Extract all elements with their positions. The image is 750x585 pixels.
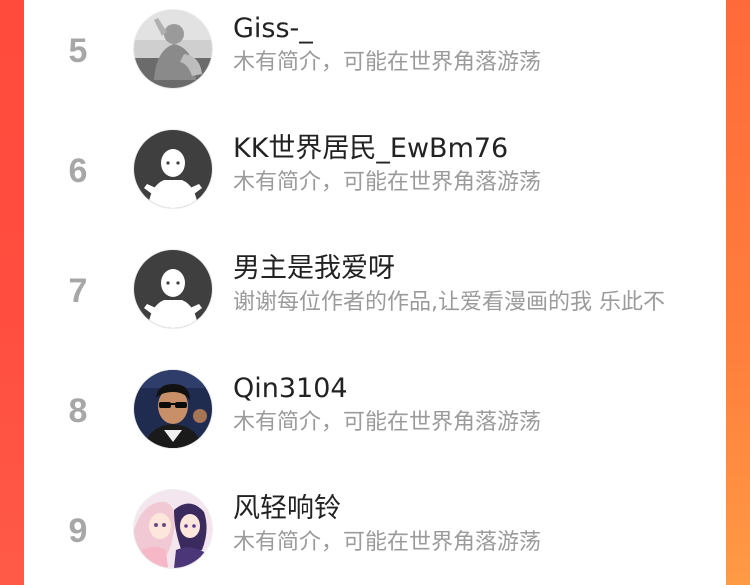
default-ghost-avatar-icon [134, 250, 212, 328]
default-ghost-avatar-icon [134, 130, 212, 208]
rank-number: 6 [68, 152, 88, 190]
user-name[interactable]: 风轻响铃 [233, 493, 693, 525]
photo-avatar-gray-figure-icon [134, 10, 212, 88]
right-gradient-edge [726, 0, 750, 585]
user-name[interactable]: Qin3104 [233, 373, 693, 405]
rank-number: 5 [68, 32, 88, 70]
list-item[interactable]: 8 Qin3104 木有简介，可能在世界角落游荡 [24, 350, 726, 470]
rank-number: 7 [68, 272, 88, 310]
avatar[interactable] [134, 370, 212, 448]
list-item[interactable]: 6 KK世界居民_EwBm76 木有简介，可能在世界角落游荡 [24, 110, 726, 230]
rank-number: 9 [68, 512, 88, 550]
avatar[interactable] [134, 250, 212, 328]
user-name[interactable]: KK世界居民_EwBm76 [233, 133, 693, 165]
user-bio: 木有简介，可能在世界角落游荡 [233, 410, 542, 435]
anime-avatar-icon [134, 490, 212, 568]
ranking-list: 5 Giss-_ 木有简介，可能在世界角落游荡 6 KK世界居民_EwBm76 … [24, 0, 726, 585]
user-bio: 木有简介，可能在世界角落游荡 [233, 170, 542, 195]
avatar[interactable] [134, 10, 212, 88]
user-bio: 谢谢每位作者的作品,让爱看漫画的我 乐此不 [233, 290, 665, 315]
list-item[interactable]: 7 男主是我爱呀 谢谢每位作者的作品,让爱看漫画的我 乐此不 [24, 230, 726, 350]
photo-avatar-sunglasses-icon [134, 370, 212, 448]
left-gradient-edge [0, 0, 24, 585]
user-name[interactable]: Giss-_ [233, 13, 693, 45]
user-name[interactable]: 男主是我爱呀 [233, 253, 693, 285]
list-item[interactable]: 5 Giss-_ 木有简介，可能在世界角落游荡 [24, 0, 726, 110]
avatar[interactable] [134, 490, 212, 568]
rank-number: 8 [68, 392, 88, 430]
user-bio: 木有简介，可能在世界角落游荡 [233, 530, 542, 555]
list-item[interactable]: 9 风轻响铃 木有简介，可能在世界角落游荡 [24, 470, 726, 585]
avatar[interactable] [134, 130, 212, 208]
user-bio: 木有简介，可能在世界角落游荡 [233, 50, 542, 75]
